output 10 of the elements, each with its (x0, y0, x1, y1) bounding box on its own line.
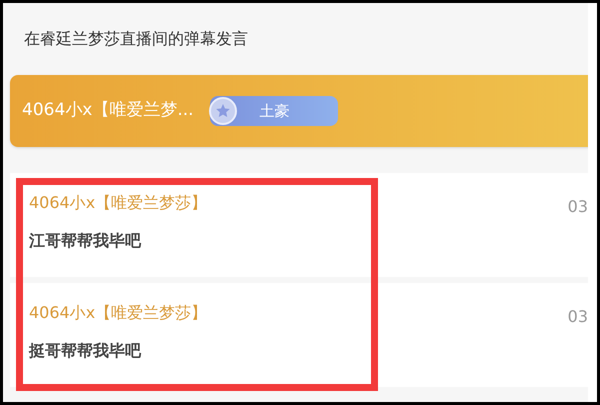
message-text: 江哥帮帮我毕吧 (29, 230, 142, 252)
page-title: 在睿廷兰梦莎直播间的弹幕发言 (24, 28, 248, 50)
star-shield-icon (208, 96, 238, 126)
message-username: 4064小x【唯爱兰梦莎】 (29, 302, 208, 324)
banner-username: 4064小x【唯爱兰梦... (22, 99, 194, 122)
message-time: 03 (568, 306, 588, 328)
badge-label: 土豪 (260, 100, 290, 122)
message-username: 4064小x【唯爱兰梦莎】 (29, 192, 208, 214)
message-time: 03 (568, 196, 588, 218)
message-text: 挺哥帮帮我毕吧 (29, 340, 142, 362)
